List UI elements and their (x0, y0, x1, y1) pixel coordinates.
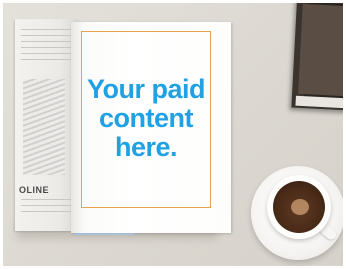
text-line (21, 41, 71, 42)
magazine-right-page: Your paid content here. (71, 22, 231, 233)
ad-frame: Your paid content here. (81, 31, 211, 208)
ad-headline: Your paid content here. (82, 75, 210, 162)
text-line (21, 29, 71, 30)
text-line (21, 205, 71, 206)
text-line (21, 35, 71, 36)
text-line (21, 199, 71, 200)
text-line (21, 211, 71, 212)
headline-line-3: here. (114, 132, 178, 162)
headline-line-2: content (99, 103, 194, 133)
photo-scene: OLINE Your paid content here. (3, 3, 343, 266)
stacked-books (289, 3, 343, 118)
coffee-crema (291, 199, 309, 215)
text-line (21, 53, 71, 54)
text-line (21, 47, 71, 48)
magazine-left-page: OLINE (15, 19, 79, 231)
headline-line-1: Your paid (86, 74, 206, 104)
book-top (298, 3, 343, 97)
left-page-illustration (23, 79, 65, 175)
open-magazine: OLINE Your paid content here. (15, 19, 231, 237)
left-page-word: OLINE (19, 185, 50, 195)
text-line (21, 59, 71, 60)
